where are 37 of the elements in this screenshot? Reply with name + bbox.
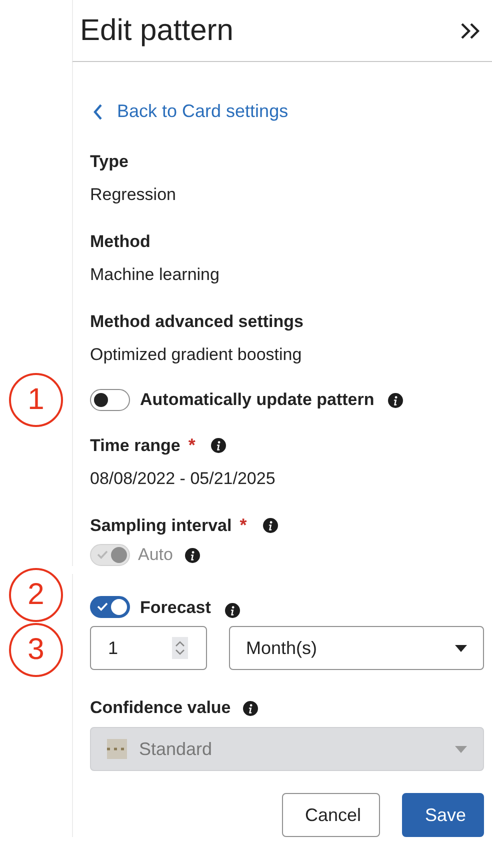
toggle-label: Forecast bbox=[140, 598, 211, 618]
step-marker: 1 bbox=[9, 373, 63, 427]
field-label: Type bbox=[90, 152, 130, 172]
field-value: 08/08/2022 - 05/21/2025 bbox=[90, 469, 276, 489]
required-mark: * bbox=[240, 515, 247, 536]
field-value: Regression bbox=[90, 185, 177, 205]
unit-dropdown[interactable]: Month(s) bbox=[229, 626, 484, 670]
field-value: Optimized gradient boosting bbox=[90, 345, 303, 365]
toggle-switch[interactable] bbox=[90, 389, 130, 411]
field-label: Method bbox=[90, 232, 152, 252]
field-label: Sampling interval bbox=[90, 516, 232, 536]
field-label: Time range bbox=[90, 436, 180, 456]
back-link[interactable]: Back to Card settings bbox=[93, 101, 288, 122]
cancel-button[interactable]: Cancel bbox=[282, 793, 380, 837]
save-button[interactable]: Save bbox=[402, 793, 484, 837]
spinner-icon[interactable] bbox=[172, 637, 188, 659]
step-marker: 3 bbox=[9, 623, 63, 677]
info-icon[interactable] bbox=[388, 392, 404, 408]
toggle-switch[interactable] bbox=[90, 596, 130, 618]
number-field[interactable]: 1 bbox=[90, 626, 207, 670]
info-icon[interactable] bbox=[224, 603, 240, 618]
check-icon bbox=[97, 550, 108, 559]
toggle-label: Auto bbox=[138, 545, 173, 565]
chevron-left-icon bbox=[93, 104, 103, 120]
toggle-label: Automatically update pattern bbox=[140, 390, 374, 410]
required-mark: * bbox=[188, 435, 196, 456]
field-label: Confidence value bbox=[90, 698, 231, 718]
field-label: Method advanced settings bbox=[90, 312, 304, 332]
step-marker: 2 bbox=[9, 568, 63, 622]
dropdown-arrow-icon bbox=[455, 644, 467, 652]
dropdown-arrow-icon bbox=[455, 746, 467, 752]
info-icon[interactable] bbox=[262, 518, 278, 533]
collapse-icon[interactable] bbox=[460, 22, 482, 40]
check-icon bbox=[97, 602, 108, 611]
panel-title: Edit pattern bbox=[80, 14, 234, 48]
field-value: Machine learning bbox=[90, 265, 220, 285]
info-icon[interactable] bbox=[211, 438, 226, 453]
